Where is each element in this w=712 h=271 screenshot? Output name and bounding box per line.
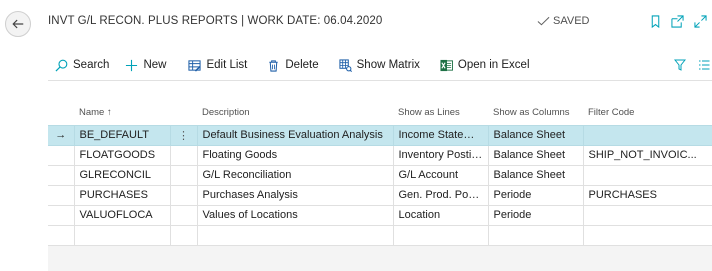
filter-code-cell[interactable] — [582, 124, 712, 146]
open-new-window-button[interactable] — [669, 13, 685, 29]
row-menu-cell[interactable] — [169, 164, 198, 186]
row-selector-header — [48, 100, 74, 125]
action-bar: Search New Edit List Delete Show Matrix — [48, 51, 712, 79]
back-button[interactable] — [5, 11, 31, 37]
saved-status: SAVED — [537, 15, 589, 27]
description-cell[interactable]: Default Business Evaluation Analysis — [196, 124, 394, 146]
filter-code-cell[interactable] — [582, 164, 712, 186]
row-selector[interactable] — [48, 164, 75, 186]
data-grid: Name ↑ Description Show as Lines Show as… — [48, 100, 712, 246]
list-view-icon — [699, 60, 710, 70]
table-row[interactable]: VALUOFLOCA Values of Locations Location … — [48, 204, 712, 226]
show-as-lines-cell[interactable]: Gen. Prod. Posti... — [392, 184, 489, 206]
name-cell[interactable]: VALUOFLOCA — [73, 204, 171, 226]
new-button[interactable]: New — [117, 51, 174, 79]
trash-icon — [269, 59, 279, 72]
filter-code-cell[interactable]: PURCHASES — [582, 184, 712, 206]
edit-list-label: Edit List — [206, 59, 248, 71]
plus-icon — [126, 59, 138, 71]
page-title: INVT G/L RECON. PLUS REPORTS | WORK DATE… — [48, 15, 383, 27]
filter-icon — [674, 59, 686, 71]
matrix-icon — [339, 58, 352, 72]
list-view-button[interactable] — [698, 59, 710, 71]
search-label: Search — [73, 59, 110, 71]
show-as-columns-cell[interactable]: Balance Sheet — [487, 144, 584, 166]
row-menu-cell[interactable] — [169, 184, 198, 206]
new-row[interactable] — [48, 224, 712, 246]
bookmark-button[interactable] — [647, 13, 663, 29]
checkmark-icon — [537, 16, 550, 26]
open-new-window-icon — [670, 14, 684, 28]
selected-row-arrow-icon[interactable]: → — [48, 124, 75, 146]
edit-list-button[interactable]: Edit List — [180, 51, 255, 79]
excel-icon — [440, 59, 453, 71]
show-matrix-button[interactable]: Show Matrix — [331, 51, 428, 79]
description-cell[interactable]: G/L Reconciliation — [196, 164, 394, 186]
name-header-label: Name — [79, 106, 105, 118]
name-cell[interactable]: FLOATGOODS — [73, 144, 171, 166]
table-row[interactable]: PURCHASES Purchases Analysis Gen. Prod. … — [48, 184, 712, 206]
new-label: New — [143, 59, 167, 71]
row-selector[interactable] — [48, 204, 75, 226]
open-in-excel-label: Open in Excel — [457, 59, 530, 71]
search-icon — [55, 59, 68, 71]
show-as-lines-cell[interactable]: Inventory Postin... — [392, 144, 489, 166]
description-cell[interactable]: Purchases Analysis — [196, 184, 394, 206]
show-as-columns-cell[interactable]: Periode — [487, 184, 584, 206]
saved-label: SAVED — [553, 15, 590, 27]
column-header-name[interactable]: Name ↑ — [74, 100, 170, 125]
column-header-description[interactable]: Description — [197, 100, 393, 125]
show-as-columns-cell[interactable] — [487, 224, 584, 246]
show-as-lines-cell[interactable]: Income Stateme... — [392, 124, 489, 146]
header-row: Name ↑ Description Show as Lines Show as… — [48, 100, 712, 125]
description-cell[interactable] — [196, 224, 394, 246]
show-as-columns-cell[interactable]: Balance Sheet — [487, 124, 584, 146]
description-cell[interactable]: Floating Goods — [196, 144, 394, 166]
expand-icon — [693, 14, 707, 28]
name-cell[interactable] — [73, 224, 171, 246]
show-as-columns-cell[interactable]: Balance Sheet — [487, 164, 584, 186]
column-header-show-as-columns[interactable]: Show as Columns — [488, 100, 583, 125]
name-cell[interactable]: PURCHASES — [73, 184, 171, 206]
name-cell[interactable]: BE_DEFAULT — [73, 124, 171, 146]
table-row[interactable]: FLOATGOODS Floating Goods Inventory Post… — [48, 144, 712, 166]
table-row[interactable]: GLRECONCIL G/L Reconciliation G/L Accoun… — [48, 164, 712, 186]
row-menu-header — [170, 100, 197, 125]
filter-code-cell[interactable] — [582, 224, 712, 246]
description-cell[interactable]: Values of Locations — [196, 204, 394, 226]
filter-code-cell[interactable] — [582, 204, 712, 226]
row-selector[interactable] — [48, 144, 75, 166]
row-menu-cell[interactable] — [169, 204, 198, 226]
delete-button[interactable]: Delete — [259, 51, 326, 79]
expand-button[interactable] — [692, 13, 708, 29]
column-header-show-as-lines[interactable]: Show as Lines — [393, 100, 488, 125]
row-selector[interactable] — [48, 184, 75, 206]
show-as-lines-cell[interactable] — [392, 224, 489, 246]
row-menu-icon[interactable]: ⋮ — [169, 124, 198, 146]
filter-code-cell[interactable]: SHIP_NOT_INVOIC... — [582, 144, 712, 166]
column-header-filter-code[interactable]: Filter Code — [583, 100, 712, 125]
filter-button[interactable] — [674, 59, 686, 71]
bookmark-icon — [651, 14, 659, 28]
search-button[interactable]: Search — [48, 51, 117, 79]
open-in-excel-button[interactable]: Open in Excel — [432, 51, 538, 79]
toolbar-divider — [48, 80, 712, 81]
row-selector[interactable] — [48, 224, 75, 246]
edit-list-icon — [188, 59, 202, 72]
row-menu-cell[interactable] — [169, 144, 198, 166]
show-as-lines-cell[interactable]: Location — [392, 204, 489, 226]
table-row[interactable]: → BE_DEFAULT ⋮ Default Business Evaluati… — [48, 124, 712, 146]
delete-label: Delete — [285, 59, 319, 71]
arrow-left-icon — [12, 19, 24, 29]
row-menu-cell[interactable] — [169, 224, 198, 246]
show-as-columns-cell[interactable]: Periode — [487, 204, 584, 226]
sort-ascending-icon: ↑ — [106, 106, 112, 118]
show-as-lines-cell[interactable]: G/L Account — [392, 164, 489, 186]
name-cell[interactable]: GLRECONCIL — [73, 164, 171, 186]
show-matrix-label: Show Matrix — [356, 59, 420, 71]
